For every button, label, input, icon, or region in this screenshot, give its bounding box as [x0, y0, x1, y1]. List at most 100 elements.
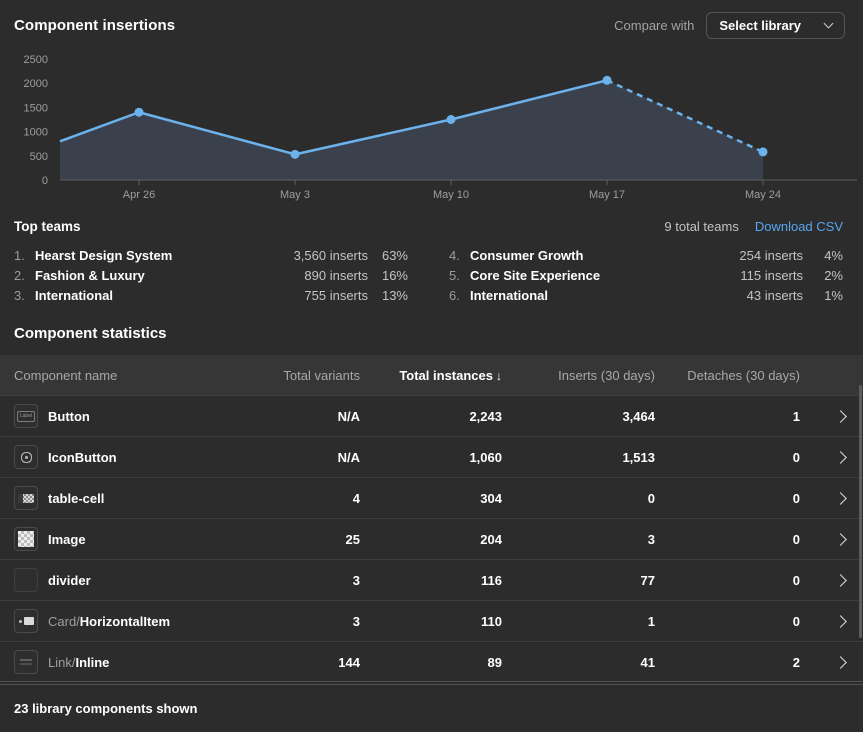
column-header-total-instances[interactable]: Total instances↓ [360, 368, 502, 383]
divider-thumbnail-icon [14, 568, 38, 592]
library-select-value: Select library [719, 18, 801, 33]
download-csv-link[interactable]: Download CSV [755, 219, 843, 234]
chevron-right-icon[interactable] [834, 533, 847, 546]
column-header-detaches[interactable]: Detaches (30 days) [655, 368, 800, 383]
y-axis-label: 0 [42, 175, 48, 187]
chevron-right-icon[interactable] [834, 656, 847, 669]
iconbutton-thumbnail-icon [14, 445, 38, 469]
team-row: 6. International 43 inserts 1% [449, 285, 843, 305]
inserts-value: 3,464 [502, 409, 655, 424]
table-cell-thumbnail-icon [14, 486, 38, 510]
chevron-right-icon[interactable] [834, 615, 847, 628]
team-inserts: 3,560 inserts [294, 248, 368, 263]
team-name: International [470, 288, 747, 303]
x-axis-label: May 24 [745, 189, 781, 201]
page-header: Component insertions Compare with Select… [0, 0, 863, 50]
total-instances-value: 1,060 [360, 450, 502, 465]
table-row-divider[interactable]: divider 3 116 77 0 [0, 559, 863, 600]
detaches-value: 2 [655, 655, 800, 670]
button-thumbnail-icon [14, 404, 38, 428]
team-inserts: 43 inserts [747, 288, 803, 303]
table-row-card-horizontalitem[interactable]: Card/HorizontalItem 3 110 1 0 [0, 600, 863, 641]
detaches-value: 0 [655, 614, 800, 629]
team-name: Hearst Design System [35, 248, 294, 263]
team-name: Core Site Experience [470, 268, 740, 283]
team-row: 2. Fashion & Luxury 890 inserts 16% [14, 265, 408, 285]
column-header-component-name[interactable]: Component name [0, 368, 254, 383]
team-percent: 4% [803, 248, 843, 263]
table-row-button[interactable]: Button N/A 2,243 3,464 1 [0, 395, 863, 436]
table-row-table-cell[interactable]: table-cell 4 304 0 0 [0, 477, 863, 518]
total-variants-value: 3 [254, 614, 360, 629]
column-header-inserts[interactable]: Inserts (30 days) [502, 368, 655, 383]
team-row: 4. Consumer Growth 254 inserts 4% [449, 245, 843, 265]
column-header-total-variants[interactable]: Total variants [254, 368, 360, 383]
inserts-value: 3 [502, 532, 655, 547]
chevron-right-icon[interactable] [834, 574, 847, 587]
compare-with-label: Compare with [614, 18, 694, 33]
team-percent: 63% [368, 248, 408, 263]
detaches-value: 0 [655, 532, 800, 547]
detaches-value: 1 [655, 409, 800, 424]
team-inserts: 254 inserts [739, 248, 803, 263]
team-row: 3. International 755 inserts 13% [14, 285, 408, 305]
total-variants-value: 25 [254, 532, 360, 547]
chart-area-fill [60, 80, 763, 180]
total-variants-value: 4 [254, 491, 360, 506]
chart-point [447, 115, 456, 124]
team-row: 1. Hearst Design System 3,560 inserts 63… [14, 245, 408, 265]
total-instances-value: 204 [360, 532, 502, 547]
compare-controls: Compare with Select library [614, 12, 845, 39]
inserts-value: 1 [502, 614, 655, 629]
x-axis-label: Apr 26 [123, 189, 155, 201]
team-row: 5. Core Site Experience 115 inserts 2% [449, 265, 843, 285]
chevron-right-icon[interactable] [834, 410, 847, 423]
y-axis-label: 2000 [24, 78, 48, 90]
chart-point [135, 108, 144, 117]
chart-point [759, 147, 768, 156]
team-percent: 13% [368, 288, 408, 303]
inserts-value: 77 [502, 573, 655, 588]
y-axis-label: 2500 [24, 54, 48, 66]
chevron-right-icon[interactable] [834, 492, 847, 505]
library-select-dropdown[interactable]: Select library [706, 12, 845, 39]
team-inserts: 755 inserts [304, 288, 368, 303]
team-percent: 1% [803, 288, 843, 303]
x-axis-label: May 17 [589, 189, 625, 201]
total-instances-value: 110 [360, 614, 502, 629]
detaches-value: 0 [655, 491, 800, 506]
team-percent: 16% [368, 268, 408, 283]
detaches-value: 0 [655, 450, 800, 465]
teams-list: 1. Hearst Design System 3,560 inserts 63… [14, 245, 843, 305]
image-thumbnail-icon [14, 527, 38, 551]
vertical-scrollbar[interactable] [859, 385, 862, 638]
table-row-image[interactable]: Image 25 204 3 0 [0, 518, 863, 559]
total-instances-value: 304 [360, 491, 502, 506]
chart-point [291, 150, 300, 159]
chevron-right-icon[interactable] [834, 451, 847, 464]
table-row-iconbutton[interactable]: IconButton N/A 1,060 1,513 0 [0, 436, 863, 477]
team-name: Consumer Growth [470, 248, 739, 263]
page-title: Component insertions [14, 17, 175, 34]
total-variants-value: N/A [254, 409, 360, 424]
inserts-value: 1,513 [502, 450, 655, 465]
total-variants-value: 3 [254, 573, 360, 588]
table-row-link-inline[interactable]: Link/Inline 144 89 41 2 [0, 641, 863, 682]
card-thumbnail-icon [14, 609, 38, 633]
y-axis-label: 500 [30, 151, 48, 163]
team-inserts: 115 inserts [740, 268, 803, 283]
total-teams-label: 9 total teams [664, 219, 738, 234]
chart-point [603, 76, 612, 85]
inserts-value: 0 [502, 491, 655, 506]
insertions-chart: 05001000150020002500Apr 26May 3May 10May… [0, 50, 863, 205]
x-axis-label: May 3 [280, 189, 310, 201]
insertions-line-chart: 05001000150020002500Apr 26May 3May 10May… [0, 50, 863, 205]
detaches-value: 0 [655, 573, 800, 588]
y-axis-label: 1000 [24, 127, 48, 139]
table-header-row: Component name Total variants Total inst… [0, 355, 863, 395]
team-name: Fashion & Luxury [35, 268, 304, 283]
team-name: International [35, 288, 304, 303]
y-axis-label: 1500 [24, 102, 48, 114]
inserts-value: 41 [502, 655, 655, 670]
link-thumbnail-icon [14, 650, 38, 674]
